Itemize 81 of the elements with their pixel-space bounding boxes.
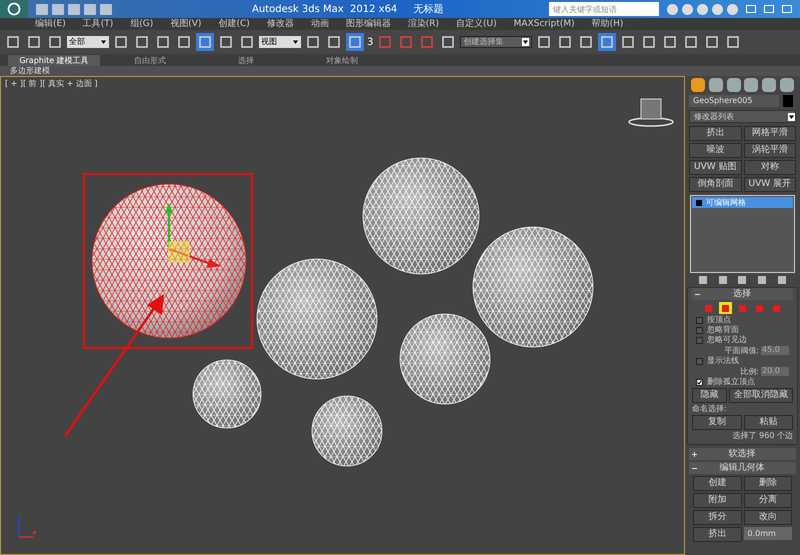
menu-item[interactable]: 组(G) bbox=[130, 20, 154, 28]
panel-button[interactable]: 删除 bbox=[744, 476, 792, 491]
menu-item[interactable]: 自定义(U) bbox=[456, 20, 497, 28]
filter-dropdown[interactable]: 全部 bbox=[67, 36, 109, 48]
object-name-field[interactable]: GeoSphere005 bbox=[689, 95, 779, 107]
rollout-header[interactable]: 编辑几何体 bbox=[689, 462, 796, 474]
viewport-label[interactable]: [ + ][ 前 ][ 真实 + 边面 ] bbox=[5, 78, 98, 90]
panel-button[interactable]: 隐藏 bbox=[692, 388, 727, 403]
coordinate-dropdown[interactable]: 视图 bbox=[259, 36, 301, 48]
menu-item[interactable]: 视图(V) bbox=[170, 20, 202, 28]
caret-icon bbox=[100, 38, 107, 46]
modifier-button[interactable]: 挤出 bbox=[689, 126, 742, 141]
rollout-header[interactable]: 选择 bbox=[692, 288, 793, 300]
checkbox-label: 忽略背面 bbox=[707, 326, 739, 334]
view-cube-icon[interactable] bbox=[628, 98, 674, 127]
window-title: Autodesk 3ds Max 2012 x64 bbox=[252, 2, 398, 16]
checkbox-label: 删除孤立顶点 bbox=[707, 378, 755, 386]
panel-button[interactable]: 创建 bbox=[693, 476, 742, 491]
checkbox[interactable] bbox=[696, 378, 703, 386]
panel-button[interactable]: 拆分 bbox=[693, 510, 742, 525]
checkbox[interactable] bbox=[696, 358, 703, 364]
checkbox[interactable] bbox=[696, 336, 703, 344]
menu-item[interactable]: 动画 bbox=[310, 20, 329, 28]
checkbox[interactable] bbox=[696, 326, 703, 334]
checkbox-label: 忽略可见边 bbox=[707, 336, 747, 344]
modifier-list-dropdown[interactable]: 修改器列表 bbox=[689, 110, 796, 123]
ribbon-panel-label[interactable]: 多边形建模 bbox=[10, 67, 50, 75]
menu-item[interactable]: 创建(C) bbox=[218, 20, 250, 28]
modifier-button[interactable]: UVW 贴图 bbox=[689, 160, 742, 175]
move-gizmo-icon[interactable] bbox=[165, 203, 221, 268]
axis-tripod-icon bbox=[18, 516, 36, 538]
modifier-button[interactable]: 网格平滑 bbox=[744, 126, 796, 141]
rollout-title: 软选择 bbox=[728, 450, 756, 458]
spinner-label: 平面阈值: bbox=[724, 346, 759, 354]
subobject-mode-icon[interactable] bbox=[719, 302, 732, 314]
ribbon-tab[interactable]: 选择 bbox=[200, 55, 292, 66]
viewport[interactable]: [ + ][ 前 ][ 真实 + 边面 ] bbox=[0, 76, 685, 555]
object-color-swatch[interactable] bbox=[783, 95, 793, 107]
rollout-title: 编辑几何体 bbox=[718, 464, 766, 472]
panel-button[interactable]: 挤出 bbox=[693, 527, 742, 542]
menu-item[interactable]: 帮助(H) bbox=[592, 20, 624, 28]
caret-icon bbox=[292, 38, 299, 46]
panel-button[interactable]: 分离 bbox=[744, 493, 792, 508]
checkbox[interactable] bbox=[696, 316, 703, 324]
checkbox-label: 显示法线 bbox=[707, 357, 739, 365]
search-field[interactable]: 键入关键字或短语 bbox=[549, 2, 659, 16]
menu-item[interactable]: 修改器 bbox=[266, 20, 294, 28]
panel-button[interactable]: 改向 bbox=[744, 510, 792, 525]
panel-button[interactable]: 粘贴 bbox=[744, 415, 793, 430]
panel-button[interactable]: 复制 bbox=[692, 415, 742, 430]
modifier-button[interactable]: 涡轮平滑 bbox=[744, 143, 796, 158]
modifier-button[interactable]: UVW 展开 bbox=[744, 177, 796, 192]
caret-icon bbox=[788, 112, 795, 120]
menu-item[interactable]: 编辑(E) bbox=[35, 20, 66, 28]
modifier-button[interactable]: 噪波 bbox=[689, 143, 742, 158]
menu-item[interactable]: 渲染(R) bbox=[408, 20, 440, 28]
menu-item[interactable]: 图形编辑器 bbox=[346, 20, 391, 28]
rollout-title: 选择 bbox=[732, 290, 752, 298]
modifier-button[interactable]: 对称 bbox=[744, 160, 796, 175]
panel-button[interactable]: 全部取消隐藏 bbox=[729, 388, 793, 403]
snap-toggle[interactable]: 3 bbox=[367, 34, 374, 50]
app-logo-icon[interactable] bbox=[0, 0, 28, 18]
ribbon-tab[interactable]: 对象绘制 bbox=[296, 55, 388, 66]
stack-item-icon bbox=[696, 200, 702, 206]
selection-status: 选择了 960 个边 bbox=[732, 432, 794, 440]
stack-item[interactable]: 可编辑网格 bbox=[692, 197, 793, 208]
extrude-field[interactable]: 0.0mm bbox=[744, 527, 792, 540]
modifier-button[interactable]: 倒角剖面 bbox=[689, 177, 742, 192]
caret-icon bbox=[522, 38, 530, 46]
menu-item[interactable]: MAXScript(M) bbox=[514, 20, 575, 28]
checkbox-label: 按顶点 bbox=[707, 316, 731, 324]
spinner-label: 比例: bbox=[740, 368, 759, 376]
document-name: 无标题 bbox=[413, 2, 444, 16]
plus-icon bbox=[691, 450, 698, 458]
panel-button[interactable]: 附加 bbox=[693, 493, 742, 508]
menu-item[interactable]: 工具(T) bbox=[82, 20, 114, 28]
ribbon-tab[interactable]: 自由形式 bbox=[104, 55, 196, 66]
named-selection-label: 命名选择: bbox=[691, 405, 728, 413]
rollout-header[interactable]: 软选择 bbox=[689, 448, 796, 460]
ribbon-tab[interactable]: Graphite 建模工具 bbox=[8, 55, 100, 66]
selection-set-dropdown[interactable]: 创建选择集 bbox=[460, 36, 532, 48]
